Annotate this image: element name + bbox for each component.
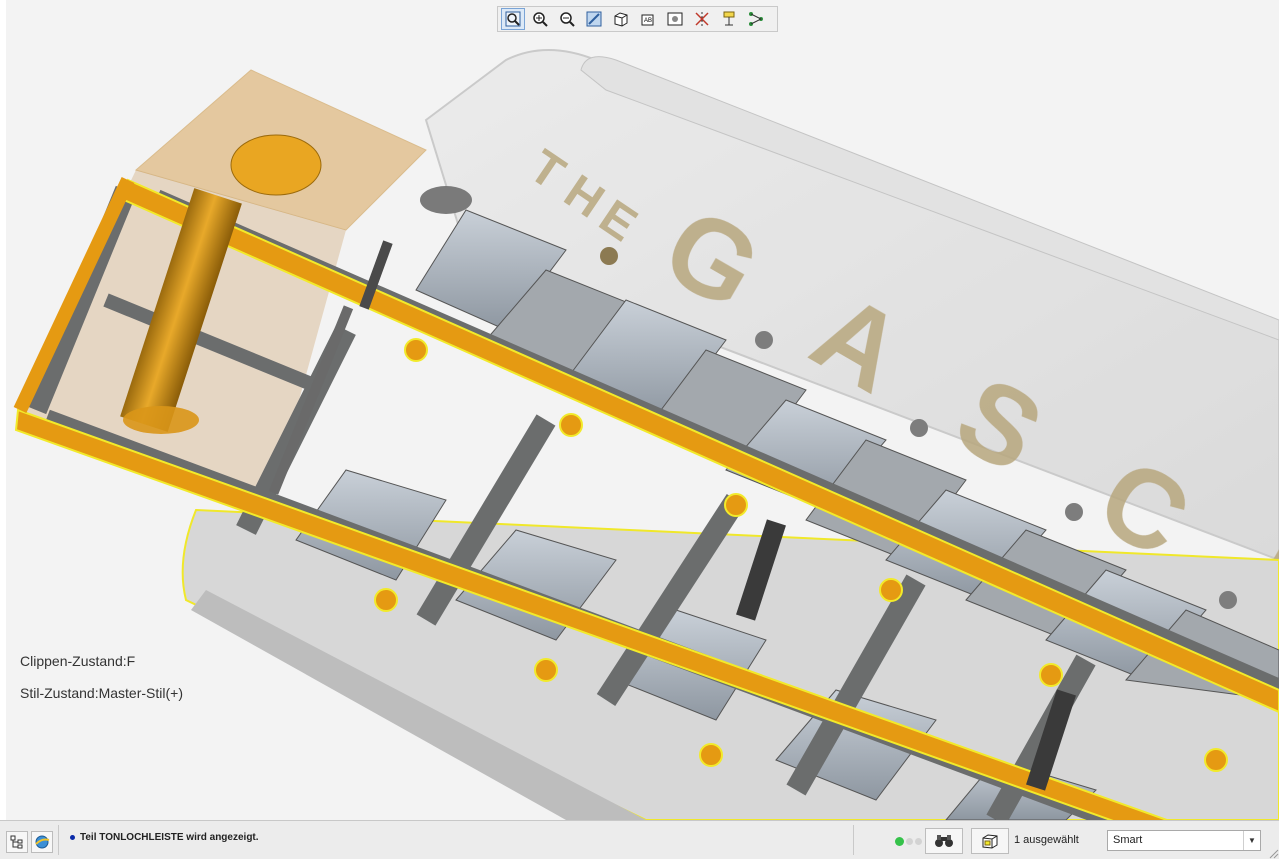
status-divider bbox=[58, 825, 59, 855]
annotation-display-icon[interactable] bbox=[717, 8, 741, 30]
status-divider bbox=[853, 825, 854, 855]
selection-count: 1 ausgewählt bbox=[1014, 834, 1079, 846]
display-style-icon[interactable] bbox=[609, 8, 633, 30]
browser-toggle-icon[interactable] bbox=[31, 831, 53, 853]
status-message-text: Teil TONLOCHLEISTE wird angezeigt. bbox=[80, 832, 259, 843]
regeneration-status-lights bbox=[895, 837, 922, 846]
saved-orientations-icon[interactable]: AB bbox=[636, 8, 660, 30]
selection-filter-dropdown[interactable]: Smart ▼ bbox=[1107, 830, 1261, 851]
status-bar: Teil TONLOCHLEISTE wird angezeigt. 1 aus… bbox=[0, 820, 1279, 859]
graphics-viewport[interactable]: T H E G A S C H bbox=[6, 0, 1279, 820]
style-state-label: Stil-Zustand:Master-Stil(+) bbox=[20, 685, 183, 701]
message-bullet-icon bbox=[70, 834, 75, 840]
zoom-in-icon[interactable] bbox=[528, 8, 552, 30]
chevron-down-icon[interactable]: ▼ bbox=[1243, 831, 1260, 850]
model-scene[interactable]: T H E G A S C H bbox=[6, 0, 1279, 820]
selection-filter-value: Smart bbox=[1113, 834, 1143, 846]
status-message: Teil TONLOCHLEISTE wird angezeigt. bbox=[70, 832, 259, 843]
datum-display-icon[interactable] bbox=[690, 8, 714, 30]
harmonica-model[interactable]: T H E G A S C H bbox=[13, 49, 1279, 820]
clip-state-label: Clippen-Zustand:F bbox=[20, 653, 136, 669]
status-light-green bbox=[895, 837, 904, 846]
selection-box-icon[interactable] bbox=[971, 828, 1009, 854]
spin-center-icon[interactable] bbox=[744, 8, 768, 30]
view-manager-icon[interactable] bbox=[663, 8, 687, 30]
zoom-out-icon[interactable] bbox=[555, 8, 579, 30]
refit-icon[interactable] bbox=[501, 8, 525, 30]
status-light-gray bbox=[906, 838, 913, 845]
svg-text:AB: AB bbox=[644, 18, 652, 24]
find-binoculars-icon[interactable] bbox=[925, 828, 963, 854]
status-light-gray bbox=[915, 838, 922, 845]
model-tree-toggle-icon[interactable] bbox=[6, 831, 28, 853]
repaint-icon[interactable] bbox=[582, 8, 606, 30]
graphics-toolbar: AB bbox=[497, 6, 778, 32]
